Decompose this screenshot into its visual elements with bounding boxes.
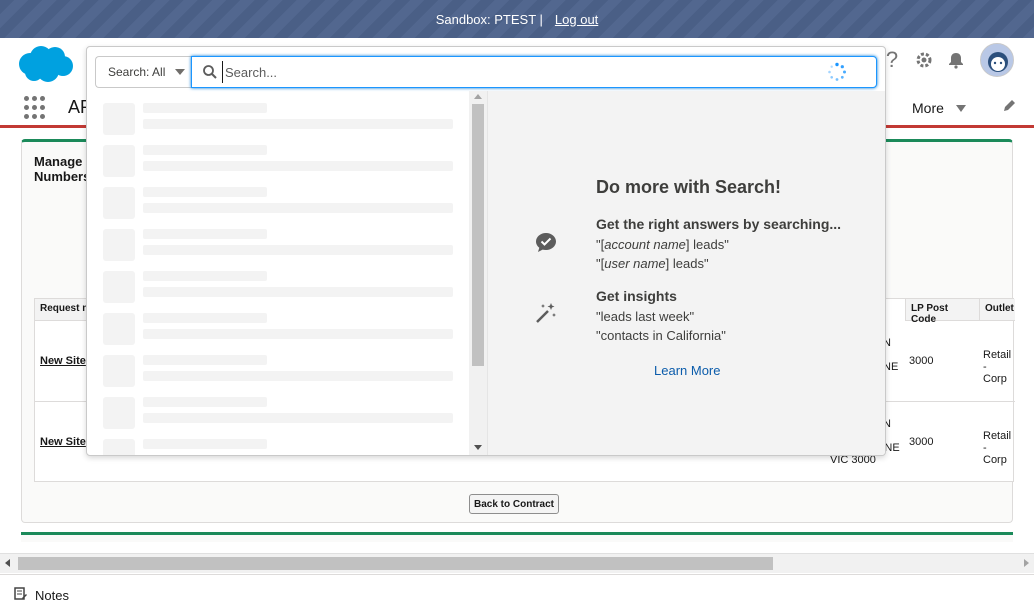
sandbox-banner: Sandbox: PTEST | Log out (0, 0, 1034, 38)
chevron-down-icon (955, 104, 966, 112)
utility-bar: Notes (0, 574, 1034, 614)
search-results-list (87, 91, 487, 455)
results-scrollbar[interactable] (469, 91, 487, 455)
pencil-icon[interactable] (1002, 99, 1016, 116)
result-placeholder (103, 187, 463, 229)
scrollbar-thumb[interactable] (472, 104, 484, 366)
notes-label: Notes (35, 587, 69, 603)
learn-more-link[interactable]: Learn More (654, 363, 720, 378)
search-scope-dropdown[interactable]: Search: All (95, 56, 191, 88)
result-placeholder (103, 271, 463, 313)
nav-more-menu[interactable]: More (912, 100, 966, 116)
header-icons: ? (876, 43, 1014, 77)
outlet-line: Corp (983, 454, 1007, 466)
tip-example: "contacts in California" (596, 328, 726, 343)
card-title: Manage Numbers (34, 154, 90, 184)
nav-more-label: More (912, 100, 944, 116)
result-placeholder (103, 313, 463, 355)
outlet-line: Retail - (983, 349, 1012, 373)
outlet-line: Retail - (983, 430, 1012, 454)
card-title-line1: Manage (34, 154, 83, 169)
search-icon (203, 65, 217, 79)
result-placeholder (103, 397, 463, 439)
result-placeholder (103, 145, 463, 187)
scroll-up-icon[interactable] (474, 94, 482, 99)
notes-icon (14, 587, 27, 603)
search-input[interactable] (222, 61, 812, 83)
second-card (21, 532, 1013, 542)
sandbox-label: Sandbox: PTEST | (435, 11, 543, 27)
post-code-cell: 3000 (909, 436, 934, 448)
search-box[interactable] (191, 56, 877, 88)
global-search-panel: Search: All Do more with Search! (86, 46, 886, 456)
result-placeholder (103, 229, 463, 271)
search-scope-label: Search: All (108, 65, 166, 79)
tip-search-answers: Get the right answers by searching... "[… (596, 215, 876, 273)
horizontal-scrollbar[interactable] (0, 553, 1034, 573)
card-title-line2: Numbers (34, 169, 91, 184)
tip-example: "[user name] leads" (596, 256, 709, 271)
avatar[interactable] (980, 43, 1014, 77)
gear-icon[interactable] (908, 44, 940, 76)
outlet-line: Corp (983, 373, 1007, 385)
chat-check-icon (536, 233, 556, 252)
tip-insights: Get insights "leads last week" "contacts… (596, 287, 876, 345)
scroll-right-icon[interactable] (1024, 559, 1029, 567)
salesforce-logo[interactable] (16, 44, 74, 84)
request-link[interactable]: New Site (40, 436, 86, 448)
result-placeholder (103, 103, 463, 145)
app-launcher-icon[interactable] (24, 96, 48, 120)
post-code-cell: 3000 (909, 355, 934, 367)
scroll-left-icon[interactable] (5, 559, 10, 567)
magic-wand-icon (536, 303, 556, 323)
tip-example: "[account name] leads" (596, 237, 729, 252)
tip-example: "leads last week" (596, 309, 695, 324)
result-placeholder (103, 439, 463, 455)
notes-utility[interactable]: Notes (14, 587, 69, 603)
outlet-type-cell: Retail - Corp (983, 349, 1015, 385)
logout-link[interactable]: Log out (555, 12, 598, 27)
result-placeholder (103, 355, 463, 397)
search-tips-panel: Do more with Search! Get the right answe… (488, 91, 885, 455)
tip-heading: Get the right answers by searching... (596, 216, 842, 232)
chevron-down-icon (175, 69, 186, 75)
request-link[interactable]: New Site (40, 355, 86, 367)
scroll-down-icon[interactable] (474, 445, 482, 450)
column-header-outlet-type[interactable]: Outlet Typ (979, 299, 1015, 321)
loading-spinner-icon (828, 62, 846, 81)
tip-heading: Get insights (596, 288, 677, 304)
column-header-lp-post-code[interactable]: LP Post Code (905, 299, 979, 325)
bell-icon[interactable] (940, 44, 972, 76)
tips-title: Do more with Search! (596, 177, 782, 197)
back-to-contract-button[interactable]: Back to Contract (469, 494, 560, 514)
scrollbar-thumb[interactable] (18, 557, 773, 570)
outlet-type-cell: Retail - Corp (983, 430, 1015, 466)
